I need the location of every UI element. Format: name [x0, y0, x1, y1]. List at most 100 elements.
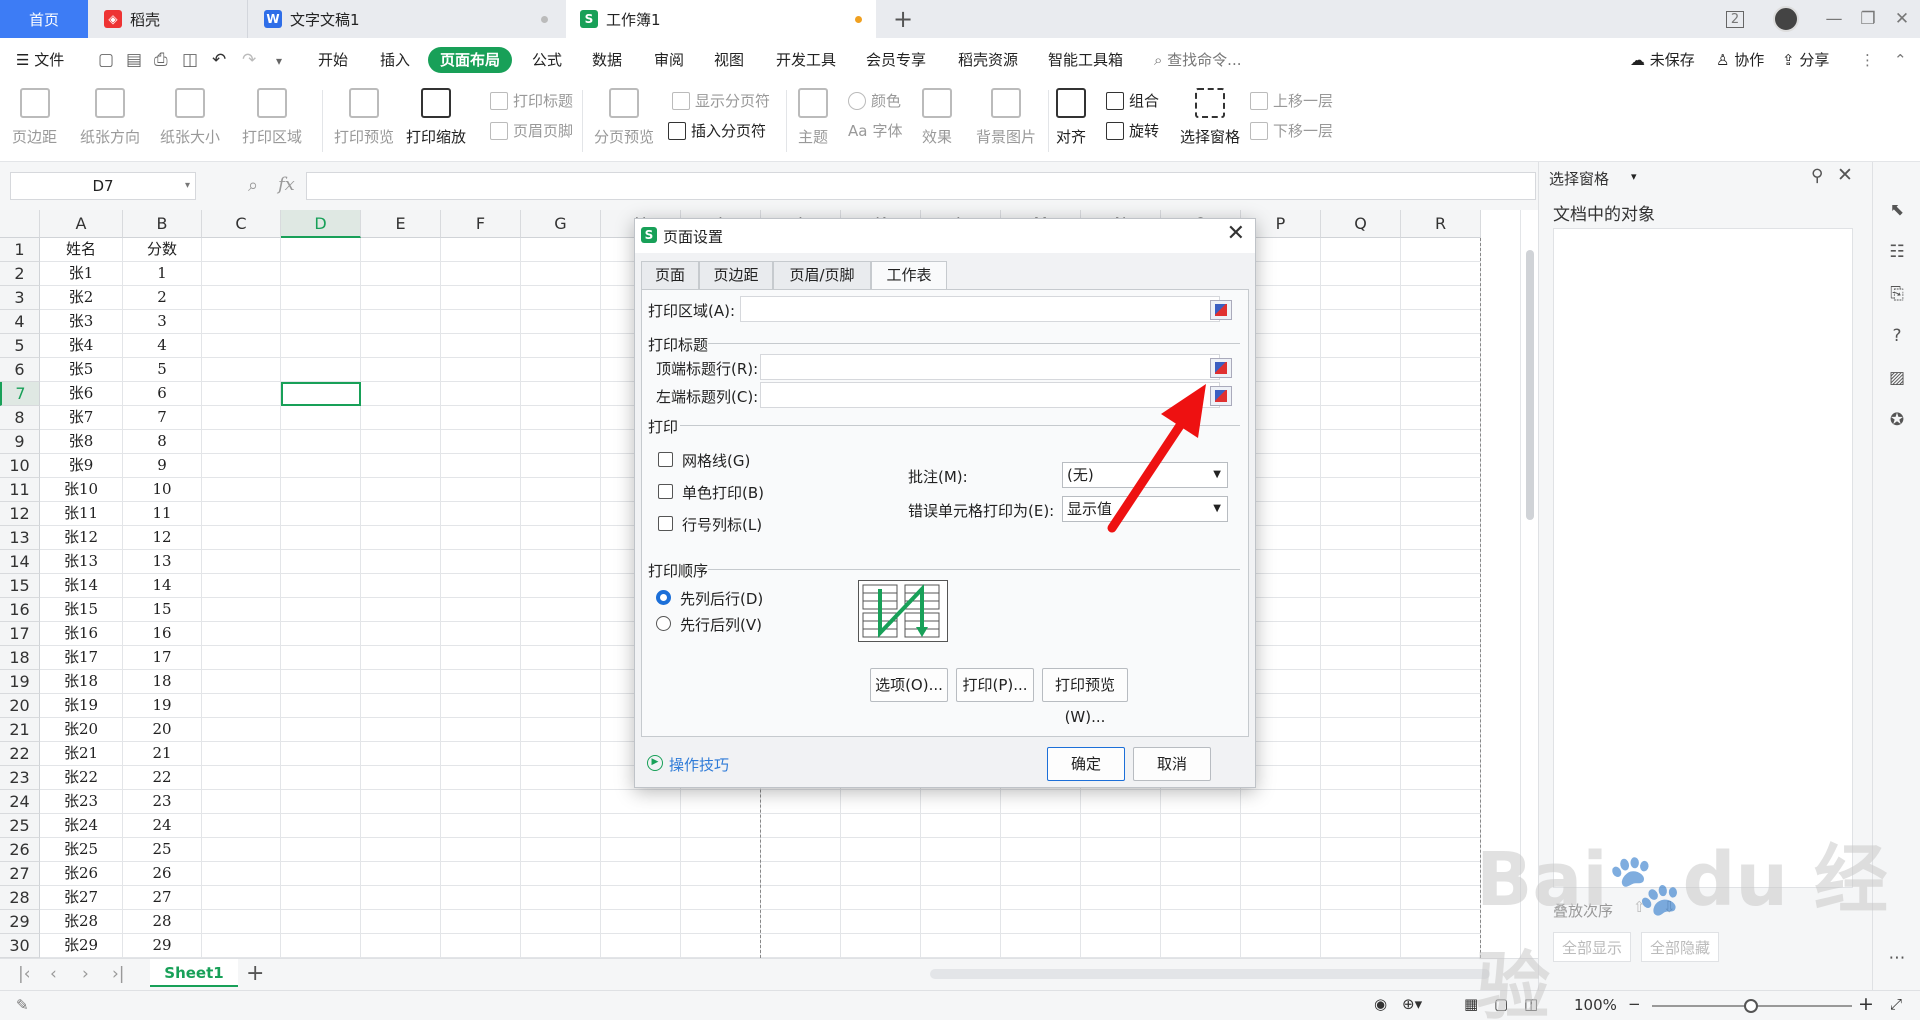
- table-cell[interactable]: [281, 550, 361, 574]
- send-backward-button[interactable]: 下移一层: [1250, 120, 1333, 141]
- table-cell[interactable]: [441, 694, 521, 718]
- table-cell[interactable]: [1401, 358, 1481, 382]
- table-cell[interactable]: [441, 934, 521, 958]
- table-cell[interactable]: [1321, 910, 1401, 934]
- table-cell[interactable]: [1321, 862, 1401, 886]
- last-sheet-icon[interactable]: ›|: [112, 964, 125, 984]
- table-cell[interactable]: [521, 454, 601, 478]
- tips-play-icon[interactable]: ▶: [647, 755, 663, 771]
- menu-item[interactable]: 开始: [318, 47, 348, 73]
- print-preview-button[interactable]: 打印预览: [334, 88, 394, 147]
- table-cell[interactable]: [441, 814, 521, 838]
- row-header[interactable]: 22: [0, 742, 40, 766]
- print-button[interactable]: 打印(P)...: [956, 668, 1034, 702]
- left-cols-input[interactable]: [760, 382, 1220, 408]
- table-cell[interactable]: [521, 742, 601, 766]
- print-preview-icon[interactable]: ◫: [182, 50, 198, 70]
- table-cell[interactable]: 姓名: [40, 238, 123, 262]
- table-cell[interactable]: [281, 766, 361, 790]
- table-cell[interactable]: [921, 910, 1001, 934]
- table-cell[interactable]: [921, 862, 1001, 886]
- table-cell[interactable]: [1401, 262, 1481, 286]
- table-cell[interactable]: [1401, 790, 1481, 814]
- table-cell[interactable]: [1401, 862, 1481, 886]
- tab-doc-close-icon[interactable]: [541, 15, 548, 23]
- table-cell[interactable]: [441, 622, 521, 646]
- row-header[interactable]: 6: [0, 358, 40, 382]
- menu-item[interactable]: 开发工具: [776, 47, 836, 73]
- table-cell[interactable]: [521, 502, 601, 526]
- table-cell[interactable]: [1321, 262, 1401, 286]
- table-cell[interactable]: 21: [123, 742, 202, 766]
- row-header[interactable]: 17: [0, 622, 40, 646]
- table-cell[interactable]: [1401, 910, 1481, 934]
- table-cell[interactable]: [1401, 670, 1481, 694]
- table-cell[interactable]: [521, 310, 601, 334]
- row-header[interactable]: 27: [0, 862, 40, 886]
- table-cell[interactable]: [441, 862, 521, 886]
- table-cell[interactable]: [441, 766, 521, 790]
- table-cell[interactable]: [1241, 814, 1321, 838]
- table-cell[interactable]: [361, 550, 441, 574]
- table-cell[interactable]: [601, 862, 681, 886]
- table-cell[interactable]: [441, 718, 521, 742]
- gridlines-checkbox[interactable]: [658, 452, 673, 467]
- select-cursor-icon[interactable]: ⬉: [1887, 200, 1907, 220]
- table-cell[interactable]: [1321, 406, 1401, 430]
- table-cell[interactable]: [441, 238, 521, 262]
- top-rows-input[interactable]: [760, 354, 1220, 380]
- table-cell[interactable]: [1321, 430, 1401, 454]
- table-cell[interactable]: [202, 454, 281, 478]
- table-cell[interactable]: [681, 934, 761, 958]
- table-cell[interactable]: [1241, 886, 1321, 910]
- table-cell[interactable]: [202, 574, 281, 598]
- table-cell[interactable]: [521, 358, 601, 382]
- table-cell[interactable]: 张27: [40, 886, 123, 910]
- order-over-radio[interactable]: [656, 616, 671, 631]
- table-cell[interactable]: [281, 742, 361, 766]
- table-cell[interactable]: [281, 862, 361, 886]
- fonts-button[interactable]: Aa 字体: [848, 120, 902, 141]
- table-cell[interactable]: [1321, 790, 1401, 814]
- table-cell[interactable]: [601, 838, 681, 862]
- table-cell[interactable]: [361, 622, 441, 646]
- row-header[interactable]: 12: [0, 502, 40, 526]
- column-header[interactable]: A: [40, 210, 123, 238]
- table-cell[interactable]: [361, 718, 441, 742]
- table-cell[interactable]: [361, 766, 441, 790]
- insert-break-button[interactable]: 插入分页符: [668, 120, 766, 141]
- table-cell[interactable]: 7: [123, 406, 202, 430]
- table-cell[interactable]: [1401, 598, 1481, 622]
- table-cell[interactable]: [1321, 358, 1401, 382]
- table-cell[interactable]: [681, 862, 761, 886]
- table-cell[interactable]: [441, 406, 521, 430]
- table-cell[interactable]: 张12: [40, 526, 123, 550]
- row-header[interactable]: 24: [0, 790, 40, 814]
- table-cell[interactable]: [281, 598, 361, 622]
- table-cell[interactable]: 张18: [40, 670, 123, 694]
- table-cell[interactable]: [202, 334, 281, 358]
- table-cell[interactable]: 张11: [40, 502, 123, 526]
- menu-item[interactable]: 稻壳资源: [958, 47, 1018, 73]
- table-cell[interactable]: [1321, 526, 1401, 550]
- table-cell[interactable]: [202, 814, 281, 838]
- unsaved-button[interactable]: ☁ 未保存: [1630, 47, 1695, 73]
- table-cell[interactable]: [841, 910, 921, 934]
- quick-access-dropdown-icon[interactable]: ▾: [276, 54, 282, 68]
- table-cell[interactable]: [202, 718, 281, 742]
- table-cell[interactable]: [202, 358, 281, 382]
- table-cell[interactable]: [361, 886, 441, 910]
- table-cell[interactable]: [1081, 790, 1161, 814]
- table-cell[interactable]: [521, 574, 601, 598]
- table-cell[interactable]: [202, 430, 281, 454]
- table-cell[interactable]: [1401, 742, 1481, 766]
- table-cell[interactable]: [841, 934, 921, 958]
- table-cell[interactable]: [761, 910, 841, 934]
- table-cell[interactable]: 张14: [40, 574, 123, 598]
- table-cell[interactable]: [361, 262, 441, 286]
- table-cell[interactable]: [1161, 910, 1241, 934]
- row-header[interactable]: 19: [0, 670, 40, 694]
- table-cell[interactable]: [441, 886, 521, 910]
- table-cell[interactable]: [1401, 334, 1481, 358]
- table-cell[interactable]: [681, 814, 761, 838]
